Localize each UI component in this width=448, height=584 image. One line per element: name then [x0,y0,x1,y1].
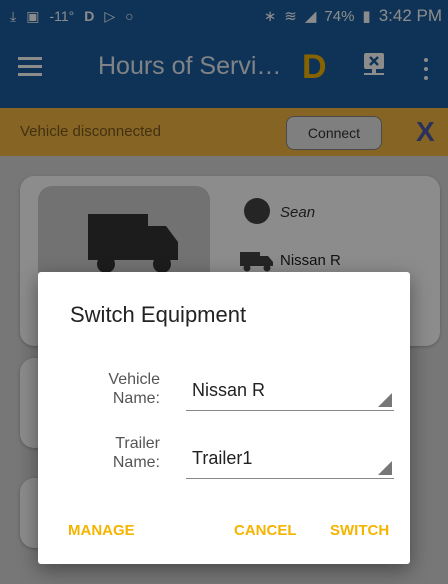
manage-button[interactable]: MANAGE [68,522,135,539]
switch-button[interactable]: SWITCH [330,522,389,539]
dropdown-triangle-icon [378,461,392,475]
vehicle-name-label: Vehicle Name: [108,371,160,407]
trailer-name-label: Trailer Name: [112,435,160,471]
dropdown-triangle-icon [378,393,392,407]
switch-equipment-dialog: Switch Equipment Vehicle Name: Nissan R … [38,272,410,564]
cancel-button[interactable]: CANCEL [234,522,297,539]
vehicle-name-select[interactable]: Nissan R [186,372,394,411]
dialog-title: Switch Equipment [70,302,247,327]
trailer-name-select[interactable]: Trailer1 [186,440,394,479]
